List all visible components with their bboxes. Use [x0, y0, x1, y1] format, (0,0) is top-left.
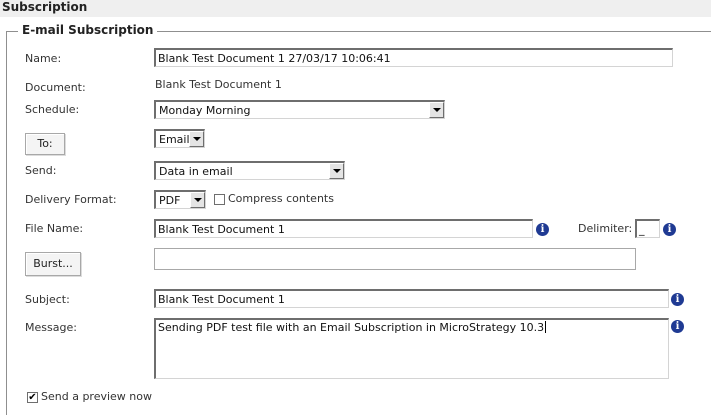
fieldset-border-top-left — [6, 31, 18, 32]
send-select[interactable]: Data in email — [154, 161, 345, 180]
chevron-down-icon[interactable] — [329, 163, 344, 179]
header-bar: Subscription — [0, 0, 711, 17]
to-type-select[interactable]: Email — [154, 129, 205, 148]
chevron-down-icon[interactable] — [429, 102, 444, 118]
checkmark-icon: ✔ — [28, 392, 37, 403]
info-icon[interactable]: i — [663, 223, 676, 236]
fieldset-border-left — [6, 31, 7, 415]
file-name-label: File Name: — [25, 222, 84, 235]
to-type-select-value: Email — [159, 133, 190, 146]
chevron-down-icon[interactable] — [190, 192, 205, 208]
info-icon[interactable]: i — [671, 293, 684, 306]
message-textarea[interactable]: Sending PDF test file with an Email Subs… — [154, 318, 669, 379]
schedule-label: Schedule: — [25, 103, 80, 116]
delimiter-input[interactable]: _ — [635, 219, 660, 238]
burst-input[interactable] — [154, 248, 636, 270]
delivery-format-select-value: PDF — [159, 194, 181, 207]
burst-button[interactable]: Burst... — [25, 252, 81, 276]
info-icon[interactable]: i — [536, 223, 549, 236]
text-caret — [545, 321, 547, 333]
name-input-value: Blank Test Document 1 27/03/17 10:06:41 — [158, 52, 391, 65]
file-name-input-value: Blank Test Document 1 — [158, 223, 285, 236]
send-label: Send: — [25, 164, 57, 177]
file-name-input[interactable]: Blank Test Document 1 — [154, 219, 533, 238]
name-label: Name: — [25, 52, 62, 65]
page-title: Subscription — [2, 0, 88, 14]
preview-checkbox[interactable]: ✔ — [27, 392, 38, 403]
name-input[interactable]: Blank Test Document 1 27/03/17 10:06:41 — [154, 48, 673, 67]
compress-label: Compress contents — [228, 192, 334, 205]
subject-input[interactable]: Blank Test Document 1 — [154, 289, 669, 308]
schedule-select[interactable]: Monday Morning — [154, 100, 445, 119]
delivery-format-label: Delivery Format: — [25, 193, 117, 206]
info-icon[interactable]: i — [671, 320, 684, 333]
fieldset-border-top-right — [155, 31, 711, 32]
message-textarea-value: Sending PDF test file with an Email Subs… — [158, 321, 545, 334]
chevron-down-icon[interactable] — [189, 131, 204, 147]
send-select-value: Data in email — [159, 165, 233, 178]
delivery-format-select[interactable]: PDF — [154, 190, 206, 209]
delimiter-input-value: _ — [639, 223, 645, 236]
to-button[interactable]: To: — [25, 133, 65, 155]
subject-input-value: Blank Test Document 1 — [158, 293, 285, 306]
delimiter-label: Delimiter: — [578, 222, 633, 235]
preview-label: Send a preview now — [41, 390, 152, 403]
document-value: Blank Test Document 1 — [155, 78, 282, 91]
document-label: Document: — [25, 81, 86, 94]
schedule-select-value: Monday Morning — [159, 104, 251, 117]
compress-checkbox[interactable] — [214, 194, 225, 205]
subject-label: Subject: — [25, 293, 70, 306]
fieldset-legend: E-mail Subscription — [18, 23, 158, 37]
message-label: Message: — [25, 321, 77, 334]
